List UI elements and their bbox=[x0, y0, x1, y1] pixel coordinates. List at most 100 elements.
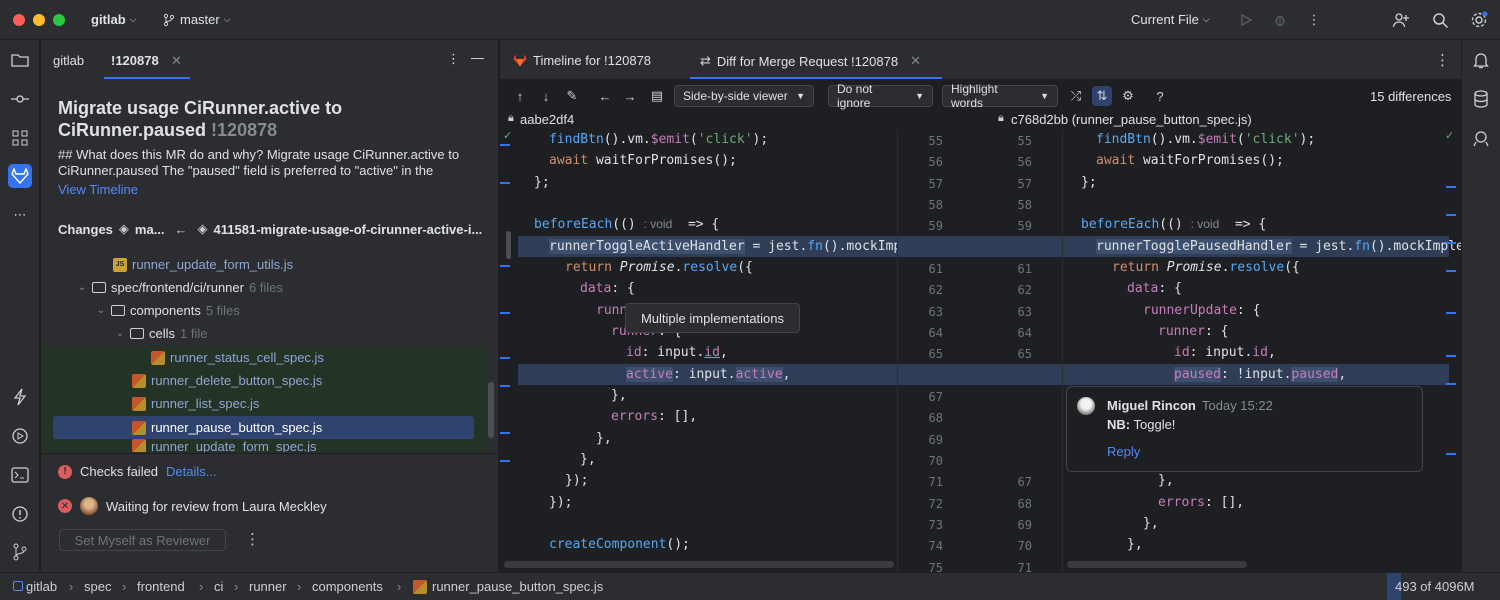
commit-icon[interactable] bbox=[8, 87, 32, 111]
details-link[interactable]: Details... bbox=[166, 464, 217, 479]
more-vertical-icon[interactable]: ⋮ bbox=[1435, 51, 1450, 69]
horizontal-scrollbar[interactable] bbox=[504, 561, 894, 568]
gitlab-icon bbox=[513, 54, 527, 67]
js-file-icon: JS bbox=[113, 257, 127, 272]
left-code-pane[interactable]: findBtn().vm.$emit('click'); await waitF… bbox=[500, 129, 897, 572]
minimize-window-button[interactable] bbox=[33, 14, 45, 26]
close-tab-icon[interactable]: ✕ bbox=[171, 53, 182, 69]
comment-body: NB: Toggle! bbox=[1107, 417, 1175, 432]
breadcrumb-item[interactable]: gitlab bbox=[26, 579, 57, 594]
breadcrumb-item[interactable]: components bbox=[312, 579, 383, 594]
reply-link[interactable]: Reply bbox=[1107, 444, 1140, 459]
view-timeline-link[interactable]: View Timeline bbox=[58, 182, 138, 197]
close-tab-icon[interactable]: ✕ bbox=[910, 53, 921, 69]
ai-assistant-icon[interactable] bbox=[1469, 126, 1493, 150]
tab-diff[interactable]: ⇄ Diff for Merge Request !120878 ✕ bbox=[700, 53, 921, 69]
comment-body-bold: NB: bbox=[1107, 417, 1131, 432]
code-line: }); bbox=[565, 473, 589, 488]
breadcrumb-item[interactable]: runner_pause_button_spec.js bbox=[432, 579, 603, 594]
services-icon[interactable] bbox=[8, 385, 32, 409]
document-icon[interactable]: ▤ bbox=[647, 86, 667, 106]
database-icon[interactable] bbox=[1469, 87, 1493, 111]
set-myself-reviewer-button[interactable]: Set Myself as Reviewer bbox=[59, 529, 226, 551]
settings-gear-icon[interactable] bbox=[1468, 9, 1490, 31]
minimize-panel-icon[interactable]: — bbox=[471, 50, 484, 65]
problems-icon[interactable] bbox=[8, 502, 32, 526]
lock-icon: 🔒︎ bbox=[508, 112, 514, 124]
chevron-down-icon: ⌵ bbox=[223, 14, 231, 24]
code-line: }, bbox=[596, 431, 612, 446]
gitlab-merge-requests-icon[interactable] bbox=[8, 164, 32, 188]
next-diff-icon[interactable]: ↓ bbox=[536, 86, 556, 106]
sync-scroll-icon[interactable]: ⇅ bbox=[1092, 86, 1112, 106]
add-user-icon[interactable] bbox=[1390, 9, 1412, 31]
change-marker bbox=[1446, 453, 1456, 455]
more-vertical-icon[interactable]: ⋮ bbox=[447, 51, 460, 67]
tree-file-runner-list-spec[interactable]: runner_list_spec.js bbox=[132, 392, 259, 415]
structure-icon[interactable] bbox=[8, 126, 32, 150]
branch-selector[interactable]: master ⌵ bbox=[162, 12, 231, 27]
previous-diff-icon[interactable]: ↑ bbox=[510, 86, 530, 106]
tree-file-runner-status-cell-spec[interactable]: runner_status_cell_spec.js bbox=[151, 346, 324, 369]
code-line: }); bbox=[549, 495, 573, 510]
horizontal-scrollbar[interactable] bbox=[1067, 561, 1247, 568]
spec-file-icon bbox=[132, 439, 146, 452]
viewer-dropdown[interactable]: Side-by-side viewer ▼ bbox=[674, 85, 814, 107]
project-folder-icon[interactable] bbox=[8, 48, 32, 72]
memory-indicator[interactable]: 493 of 4096M bbox=[1387, 573, 1500, 600]
ignore-whitespace-dropdown[interactable]: Do not ignore ▼ bbox=[828, 82, 933, 110]
close-window-button[interactable] bbox=[13, 14, 25, 26]
code-line: beforeEach(() : void => { bbox=[1081, 217, 1267, 232]
collapse-icon[interactable]: ⤮ bbox=[1066, 86, 1086, 106]
settings-gear-icon[interactable]: ⚙ bbox=[1118, 86, 1138, 106]
change-marker bbox=[500, 432, 510, 434]
chevron-down-icon: ⌵ bbox=[129, 14, 137, 24]
tree-file-runner-pause-button-spec[interactable]: runner_pause_button_spec.js bbox=[132, 416, 322, 439]
run-tool-icon[interactable] bbox=[8, 424, 32, 448]
breadcrumb-item[interactable]: ci bbox=[214, 579, 223, 594]
back-icon[interactable]: ← bbox=[595, 86, 615, 106]
left-revision: aabe2df4 bbox=[520, 112, 575, 127]
maximize-window-button[interactable] bbox=[53, 14, 65, 26]
tab-merge-request[interactable]: !120878 bbox=[111, 53, 159, 68]
breadcrumb-item[interactable]: spec bbox=[84, 579, 111, 594]
tree-file-runner-delete-button-spec[interactable]: runner_delete_button_spec.js bbox=[132, 369, 322, 392]
project-selector[interactable]: gitlab ⌵ bbox=[91, 12, 137, 27]
tag-icon: ◈ bbox=[197, 221, 208, 236]
debug-icon[interactable] bbox=[1269, 9, 1291, 31]
tab-project[interactable]: gitlab bbox=[53, 53, 84, 68]
fold-marker[interactable] bbox=[506, 231, 511, 259]
revision-row: 🔒︎ aabe2df4 🔒︎ c768d2bb (runner_pause_bu… bbox=[500, 111, 1461, 129]
tree-folder-runner[interactable]: ⌄ spec/frontend/ci/runner 6 files bbox=[75, 276, 283, 299]
tree-folder-components[interactable]: ⌄ components 5 files bbox=[94, 299, 240, 322]
notifications-bell-icon[interactable] bbox=[1469, 48, 1493, 72]
terminal-icon[interactable] bbox=[8, 463, 32, 487]
edit-icon[interactable]: ✎ bbox=[562, 86, 582, 106]
search-icon[interactable] bbox=[1429, 9, 1451, 31]
change-marker bbox=[500, 312, 510, 314]
run-icon[interactable] bbox=[1235, 9, 1257, 31]
tree-file-runner-update-form-spec[interactable]: runner_update_form_spec.js bbox=[132, 439, 317, 452]
code-line: errors: [], bbox=[611, 409, 698, 424]
changed-line-bg bbox=[898, 364, 1062, 385]
run-config-selector[interactable]: Current File ⌵ bbox=[1131, 12, 1210, 27]
more-vertical-icon[interactable]: ⋮ bbox=[245, 530, 260, 548]
breadcrumb-item[interactable]: runner bbox=[249, 579, 287, 594]
forward-icon[interactable]: → bbox=[620, 86, 640, 106]
tree-scrollbar[interactable] bbox=[488, 382, 494, 438]
right-code-pane[interactable]: findBtn().vm.$emit('click'); await waitF… bbox=[1063, 129, 1461, 572]
diff-gutter: 55 56 57 58 59 61 62 63 64 65 67 68 69 7… bbox=[897, 129, 1063, 572]
tree-folder-cells[interactable]: ⌄ cells 1 file bbox=[113, 322, 208, 345]
spec-file-icon bbox=[132, 420, 146, 435]
breadcrumb-item[interactable]: frontend bbox=[137, 579, 185, 594]
more-vertical-icon[interactable]: ⋮ bbox=[1303, 9, 1325, 31]
mr-title: Migrate usage CiRunner.active to CiRunne… bbox=[58, 97, 478, 141]
highlight-dropdown[interactable]: Highlight words ▼ bbox=[942, 82, 1058, 110]
tree-file-runner-update-form-utils[interactable]: JS runner_update_form_utils.js bbox=[113, 253, 293, 276]
change-marker bbox=[500, 265, 510, 267]
code-line: id: input.id, bbox=[626, 345, 728, 360]
help-icon[interactable]: ? bbox=[1150, 86, 1170, 106]
git-icon[interactable] bbox=[8, 540, 32, 564]
tab-timeline[interactable]: Timeline for !120878 bbox=[513, 53, 651, 68]
more-horizontal-icon[interactable]: ⋯ bbox=[8, 203, 32, 227]
